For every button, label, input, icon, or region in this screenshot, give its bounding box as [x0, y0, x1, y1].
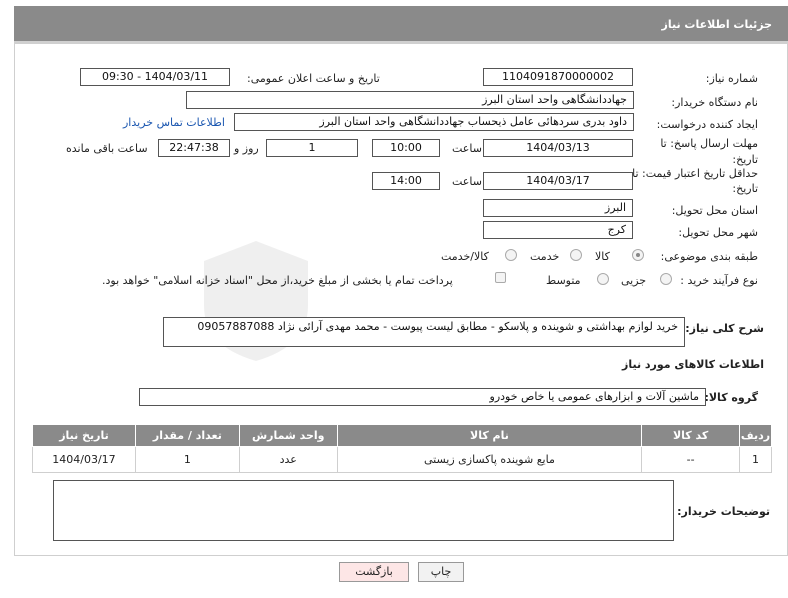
- page-title: جزئیات اطلاعات نیاز: [661, 18, 773, 31]
- description-field: خرید لوازم بهداشتی و شوینده و پلاسکو - م…: [163, 317, 685, 347]
- buyer-notes-label: توضیحات خریدار:: [677, 505, 770, 518]
- city-label: شهر محل تحویل:: [678, 226, 758, 239]
- goods-table-header: ردیف کد کالا نام کالا واحد شمارش تعداد /…: [32, 424, 772, 447]
- category-service-label: خدمت: [530, 250, 560, 263]
- province-field: البرز: [483, 199, 633, 217]
- need-number-field: 1104091870000002: [483, 68, 633, 86]
- goods-section-title: اطلاعات کالاهای مورد نیاز: [622, 358, 764, 371]
- remaining-time-field: 22:47:38: [158, 139, 230, 157]
- need-number-label: شماره نیاز:: [705, 72, 758, 85]
- category-both-radio[interactable]: [505, 249, 517, 261]
- price-valid-time-field: 14:00: [372, 172, 440, 190]
- col-name: نام کالا: [336, 424, 643, 447]
- description-text: خرید لوازم بهداشتی و شوینده و پلاسکو - م…: [197, 320, 678, 333]
- goods-table: ردیف کد کالا نام کالا واحد شمارش تعداد /…: [32, 424, 772, 473]
- col-unit: واحد شمارش: [238, 424, 338, 447]
- description-label: شرح کلی نیاز:: [685, 322, 764, 335]
- province-label: استان محل تحویل:: [671, 204, 758, 217]
- price-valid-label: حداقل تاریخ اعتبار قیمت: تا تاریخ:: [632, 167, 758, 195]
- remaining-label: ساعت باقی مانده: [66, 142, 148, 155]
- col-code: کد کالا: [641, 424, 741, 447]
- cell-row: 1: [739, 446, 772, 473]
- goods-group-field: ماشین آلات و ابزارهای عمومی یا خاص خودرو: [139, 388, 706, 406]
- announce-field: 1404/03/11 - 09:30: [80, 68, 230, 86]
- price-valid-time-label: ساعت: [452, 175, 482, 188]
- goods-group-label: گروه کالا:: [704, 391, 758, 404]
- deadline-time-field: 10:00: [372, 139, 440, 157]
- days-label: روز و: [234, 142, 259, 155]
- category-goods-label: کالا: [595, 250, 610, 263]
- process-label: نوع فرآیند خرید :: [680, 274, 758, 287]
- city-field: کرج: [483, 221, 633, 239]
- cell-qty: 1: [134, 446, 240, 473]
- cell-name: مایع شوینده پاکسازی زیستی: [336, 446, 643, 473]
- process-medium-radio[interactable]: [597, 273, 609, 285]
- buyer-notes-field[interactable]: [53, 480, 674, 541]
- category-label: طبقه بندی موضوعی:: [660, 250, 758, 263]
- days-field: 1: [266, 139, 358, 157]
- process-partial-label: جزیی: [621, 274, 647, 287]
- back-button[interactable]: بازگشت: [339, 562, 409, 582]
- header-bar: جزئیات اطلاعات نیاز: [14, 6, 788, 44]
- col-qty: تعداد / مقدار: [134, 424, 240, 447]
- buyer-org-label: نام دستگاه خریدار:: [671, 96, 758, 109]
- table-row: 1 -- مایع شوینده پاکسازی زیستی عدد 1 140…: [32, 446, 772, 473]
- category-both-label: کالا/خدمت: [441, 250, 489, 263]
- price-valid-date-field: 1404/03/17: [483, 172, 633, 190]
- deadline-date-field: 1404/03/13: [483, 139, 633, 157]
- cell-unit: عدد: [238, 446, 338, 473]
- category-service-radio[interactable]: [570, 249, 582, 261]
- col-date: تاریخ نیاز: [32, 424, 136, 447]
- treasury-payment-checkbox[interactable]: [495, 272, 506, 283]
- deadline-label: مهلت ارسال پاسخ: تا تاریخ:: [660, 137, 758, 166]
- creator-field: داود بدری سردهائی عامل ذیحساب جهاددانشگا…: [234, 113, 634, 131]
- deadline-time-label: ساعت: [452, 142, 482, 155]
- cell-date: 1404/03/17: [32, 446, 136, 473]
- buyer-contact-link[interactable]: اطلاعات تماس خریدار: [123, 116, 225, 129]
- process-medium-label: متوسط: [546, 274, 581, 287]
- category-goods-radio[interactable]: [632, 249, 644, 261]
- print-button[interactable]: چاپ: [418, 562, 464, 582]
- process-partial-radio[interactable]: [660, 273, 672, 285]
- buyer-org-field: جهاددانشگاهی واحد استان البرز: [186, 91, 634, 109]
- announce-label: تاریخ و ساعت اعلان عمومی:: [247, 72, 380, 85]
- col-row: ردیف: [739, 424, 772, 447]
- cell-code: --: [641, 446, 741, 473]
- creator-label: ایجاد کننده درخواست:: [656, 118, 758, 131]
